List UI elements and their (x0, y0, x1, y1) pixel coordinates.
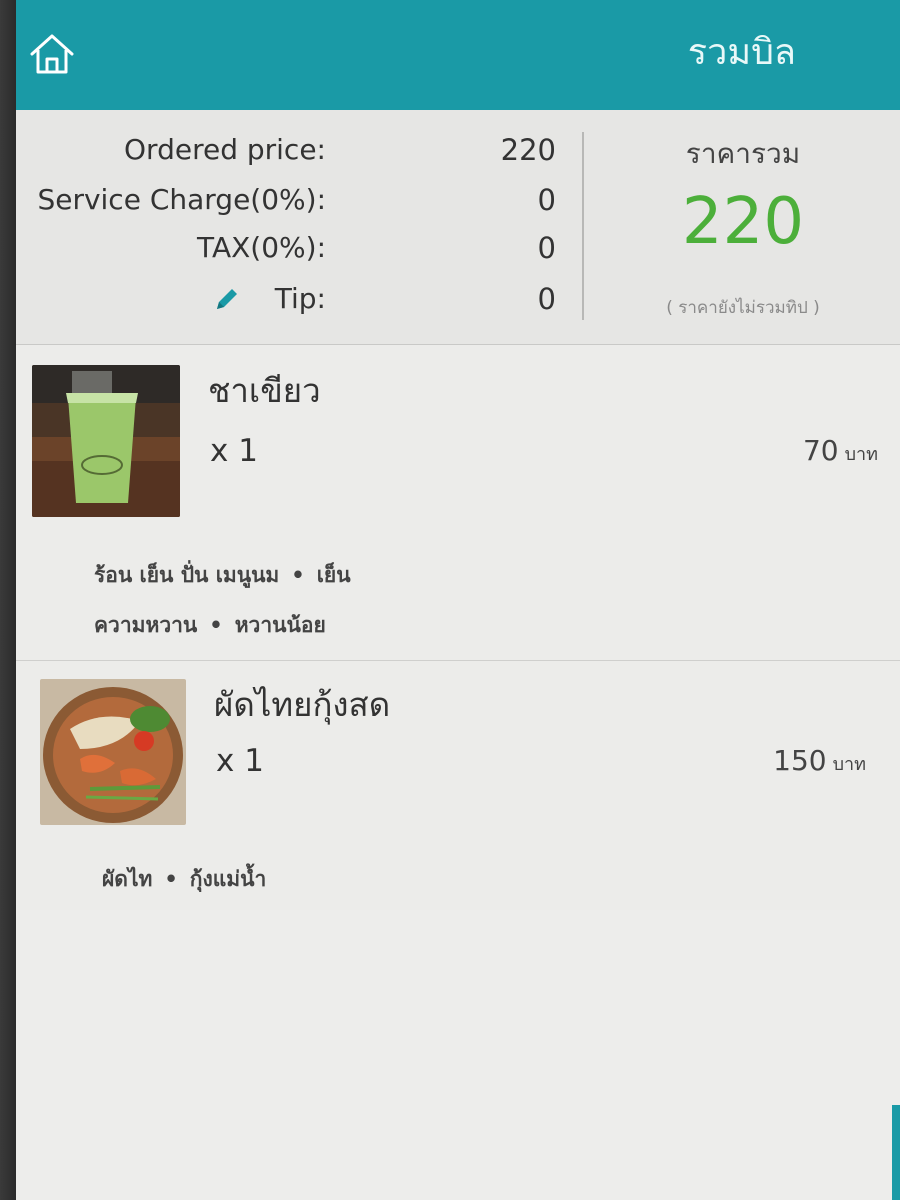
option-separator: • (209, 613, 223, 637)
total-label: ราคารวม (685, 137, 801, 170)
item-price: 150 บาท (773, 741, 866, 785)
item-price-value: 70 (802, 434, 839, 467)
option-group: ความหวาน (94, 613, 198, 637)
service-charge-label: Service Charge(0%): (37, 183, 326, 216)
tax-label: TAX(0%): (197, 231, 326, 264)
item-option: ผัดไท • กุ้งแม่น้ำ (102, 863, 266, 895)
item-name: ชาเขียว (208, 371, 321, 410)
app-header: รวมบิล (16, 0, 900, 110)
item-option: ร้อน เย็น ปั่น เมนูนม • เย็น (94, 559, 351, 591)
tip-label: Tip: (274, 282, 326, 315)
home-button[interactable] (26, 28, 78, 80)
order-item[interactable]: ผัดไทยกุ้งสด x 1 150 บาท ผัดไท • กุ้งแม่น้ำ (16, 661, 900, 911)
summary-divider (582, 132, 584, 320)
ordered-price-value: 220 (500, 133, 556, 167)
item-price-currency: บาท (844, 444, 878, 465)
tip-row[interactable]: Tip: 0 (16, 276, 576, 322)
item-option: ความหวาน • หวานน้อย (94, 609, 326, 641)
ordered-price-label: Ordered price: (124, 133, 326, 166)
total-note: ( ราคายังไม่รวมทิป ) (666, 298, 820, 318)
order-item[interactable]: ชาเขียว x 1 70 บาท ร้อน เย็น ปั่น เมนูนม •… (16, 345, 900, 661)
home-icon (30, 34, 74, 74)
option-choice: หวานน้อย (234, 613, 326, 637)
app-screen: รวมบิล Ordered price: 220 Service Charge… (16, 0, 900, 1200)
option-group: ร้อน เย็น ปั่น เมนูนม (94, 563, 280, 587)
tax-row: TAX(0%): 0 (16, 225, 576, 271)
pencil-icon[interactable] (212, 284, 242, 314)
item-price-currency: บาท (832, 754, 866, 775)
tip-value: 0 (537, 282, 556, 316)
ordered-price-row: Ordered price: 220 (16, 127, 576, 173)
option-group: ผัดไท (102, 867, 153, 891)
scrollbar[interactable] (892, 1105, 900, 1200)
page-title: รวมบิล (687, 32, 796, 73)
pad-thai-photo (40, 679, 186, 825)
option-separator: • (164, 867, 178, 891)
option-choice: กุ้งแม่น้ำ (189, 867, 267, 891)
item-price: 70 บาท (803, 431, 878, 475)
option-separator: • (291, 563, 305, 587)
item-quantity: x 1 (210, 433, 258, 469)
option-choice: เย็น (316, 563, 351, 587)
empty-list-area (16, 910, 900, 1200)
bill-summary: Ordered price: 220 Service Charge(0%): 0… (16, 110, 900, 345)
tax-value: 0 (537, 231, 556, 265)
item-quantity: x 1 (216, 743, 264, 779)
green-tea-photo (32, 365, 180, 517)
total-value: 220 (681, 185, 805, 259)
item-price-value: 150 (773, 744, 827, 777)
item-name: ผัดไทยกุ้งสด (214, 685, 391, 724)
service-charge-value: 0 (537, 183, 556, 217)
service-charge-row: Service Charge(0%): 0 (16, 177, 576, 223)
